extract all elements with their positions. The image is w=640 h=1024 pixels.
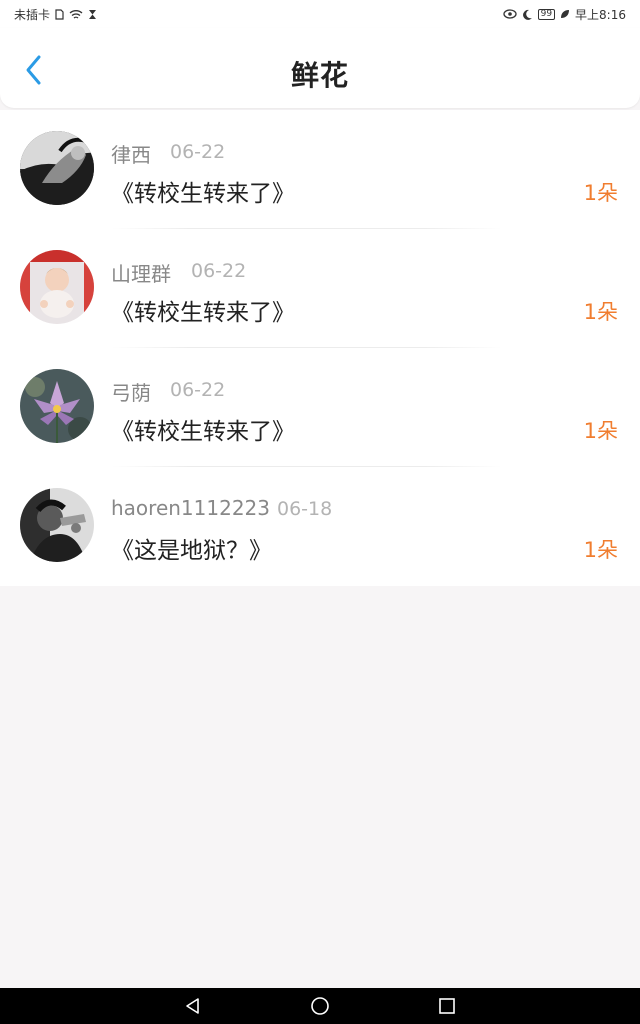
user-name[interactable]: 山理群 xyxy=(111,258,171,287)
eye-icon xyxy=(502,9,517,19)
avatar[interactable] xyxy=(20,369,94,443)
user-name[interactable]: 弓荫 xyxy=(111,377,151,406)
post-date: 06-22 xyxy=(170,141,226,163)
hourglass-icon xyxy=(88,9,97,20)
post-date: 06-18 xyxy=(277,498,333,520)
flower-count: 1朵 xyxy=(583,538,618,562)
flower-count: 1朵 xyxy=(583,181,618,205)
sim-icon xyxy=(55,8,64,20)
user-name[interactable]: haoren1112223 xyxy=(111,496,270,520)
system-nav-bar xyxy=(0,988,640,1024)
header: 鲜花 xyxy=(0,28,640,108)
nav-recents-button[interactable] xyxy=(429,988,465,1024)
list-item[interactable]: 律西 06-22 《转校生转来了》 1朵 xyxy=(0,110,640,229)
leaf-icon xyxy=(560,9,570,19)
wifi-icon xyxy=(69,9,83,20)
carrier-text: 未插卡 xyxy=(14,7,51,22)
triangle-back-icon xyxy=(186,998,200,1014)
avatar[interactable] xyxy=(20,131,94,205)
flower-count: 1朵 xyxy=(583,300,618,324)
avatar[interactable] xyxy=(20,488,94,562)
book-title[interactable]: 《这是地狱？》 xyxy=(111,531,272,565)
circle-home-icon xyxy=(311,997,329,1015)
status-bar: 未插卡 99 早上8:16 xyxy=(0,0,640,28)
book-title[interactable]: 《转校生转来了》 xyxy=(111,412,295,446)
flower-list: 律西 06-22 《转校生转来了》 1朵 山理群 06-22 《转校生转来了》 … xyxy=(0,110,640,586)
user-name[interactable]: 律西 xyxy=(111,139,151,168)
screen: 未插卡 99 早上8:16 鲜花 律西 06-22 《转校生转来了》 1朵 山理… xyxy=(0,0,640,1024)
battery-icon: 99 xyxy=(537,8,556,20)
status-time: 早上8:16 xyxy=(575,7,626,22)
post-date: 06-22 xyxy=(191,260,247,282)
list-item[interactable]: haoren1112223 06-18 《这是地狱？》 1朵 xyxy=(0,467,640,586)
moon-icon xyxy=(522,9,533,20)
avatar[interactable] xyxy=(20,250,94,324)
book-title[interactable]: 《转校生转来了》 xyxy=(111,174,295,208)
post-date: 06-22 xyxy=(170,379,226,401)
status-left: 未插卡 xyxy=(14,6,97,23)
nav-home-button[interactable] xyxy=(302,988,338,1024)
status-right: 99 早上8:16 xyxy=(502,6,626,23)
list-item[interactable]: 弓荫 06-22 《转校生转来了》 1朵 xyxy=(0,348,640,467)
list-item[interactable]: 山理群 06-22 《转校生转来了》 1朵 xyxy=(0,229,640,348)
page-title: 鲜花 xyxy=(290,59,349,92)
nav-back-button[interactable] xyxy=(175,988,211,1024)
square-recents-icon xyxy=(438,998,455,1014)
flower-count: 1朵 xyxy=(583,419,618,443)
book-title[interactable]: 《转校生转来了》 xyxy=(111,293,295,327)
